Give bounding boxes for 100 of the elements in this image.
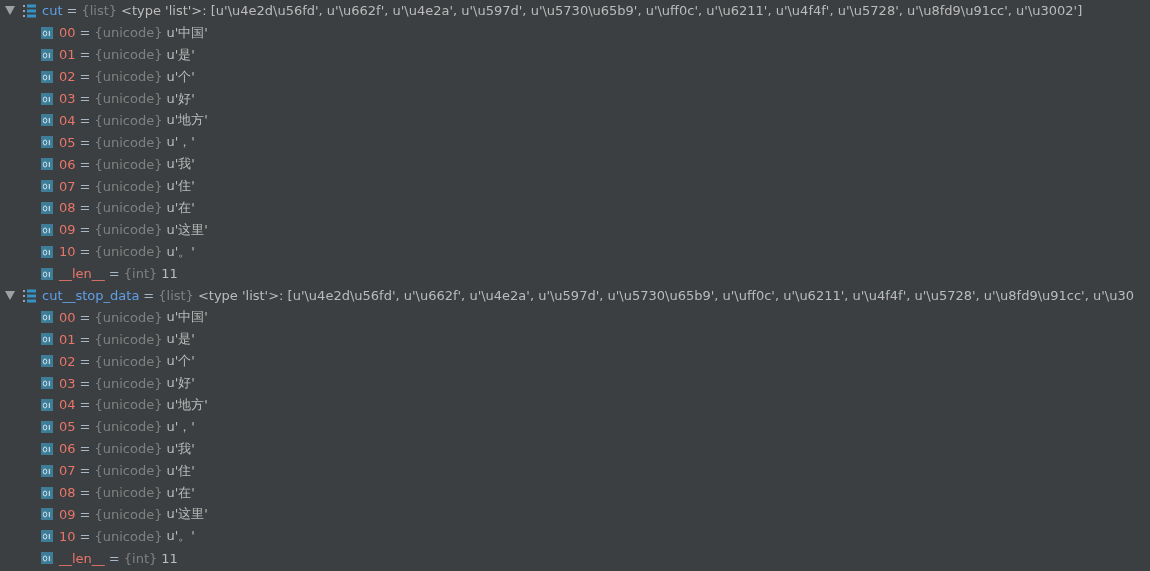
- variable-value: u'是': [166, 45, 195, 64]
- variable-name: 08: [59, 485, 76, 501]
- primitive-value-icon: [41, 355, 53, 368]
- equals-sign: =: [79, 309, 91, 325]
- variable-type: {unicode}: [94, 375, 163, 391]
- equals-sign: =: [79, 441, 91, 457]
- equals-sign: =: [79, 331, 91, 347]
- variable-type: {unicode}: [94, 463, 163, 479]
- equals-sign: =: [143, 288, 155, 303]
- equals-sign: =: [79, 25, 91, 41]
- primitive-value-icon: [41, 201, 53, 214]
- primitive-value-icon: [41, 552, 53, 565]
- variable-name: 07: [59, 463, 76, 479]
- variable-type: {unicode}: [94, 25, 163, 41]
- variable-name: cut__stop_data: [42, 288, 140, 303]
- primitive-value-icon: [41, 377, 53, 390]
- variable-value: u'在': [166, 198, 195, 217]
- list-icon: [23, 288, 36, 303]
- variable-value: u'住': [166, 461, 195, 480]
- equals-sign: =: [79, 134, 91, 150]
- equals-sign: =: [79, 419, 91, 435]
- variable-name: __len__: [59, 266, 105, 282]
- collapse-arrow-icon[interactable]: [5, 291, 15, 300]
- variable-value: u'中国': [166, 23, 208, 42]
- variable-value: u'好': [166, 374, 195, 393]
- variable-value: 11: [161, 550, 178, 566]
- primitive-value-icon: [41, 26, 53, 39]
- variable-value: u'地方': [166, 395, 208, 414]
- variable-name: 10: [59, 528, 76, 544]
- primitive-value-icon: [41, 442, 53, 455]
- variable-type: {unicode}: [94, 134, 163, 150]
- equals-sign: =: [79, 485, 91, 501]
- variable-value: u'地方': [166, 111, 208, 130]
- variable-value: u'，': [166, 133, 195, 152]
- equals-sign: =: [79, 69, 91, 85]
- primitive-value-icon: [41, 136, 53, 149]
- variable-type: {unicode}: [94, 485, 163, 501]
- primitive-value-icon: [41, 158, 53, 171]
- primitive-value-icon: [41, 267, 53, 280]
- variable-type: {unicode}: [94, 91, 163, 106]
- variable-name: 10: [59, 244, 76, 260]
- variable-type: {unicode}: [94, 222, 163, 238]
- variable-value: u'。': [166, 242, 195, 261]
- equals-sign: =: [79, 463, 91, 479]
- variable-name: 02: [59, 353, 76, 369]
- variable-value: <type 'list'>: [u'\u4e2d\u56fd', u'\u662f', u'\u4e2a', u'\u597d', u'\u5730\u65b9', u'\uff0c', u'\u6211', u'\u4f4f', u'\u5728', u'\u8fd9\u91cc', u'\u30: [197, 288, 1134, 303]
- variable-name: 05: [59, 134, 76, 150]
- variable-type: {unicode}: [94, 331, 163, 347]
- variable-value: u'我': [166, 155, 195, 174]
- variable-value: u'在': [166, 483, 195, 502]
- primitive-value-icon: [41, 180, 53, 193]
- variable-type: {unicode}: [94, 419, 163, 435]
- variable-type: {unicode}: [94, 244, 163, 260]
- variable-name: 03: [59, 375, 76, 391]
- equals-sign: =: [79, 47, 91, 63]
- collapse-arrow-icon[interactable]: [5, 6, 15, 16]
- primitive-value-icon: [41, 223, 53, 236]
- variable-name: 07: [59, 178, 76, 194]
- variable-type: {list}: [81, 3, 118, 19]
- primitive-value-icon: [41, 398, 53, 411]
- variable-name: 03: [59, 91, 76, 106]
- equals-sign: =: [108, 266, 120, 282]
- primitive-value-icon: [41, 311, 53, 324]
- variable-name: 00: [59, 309, 76, 325]
- variable-name: 05: [59, 419, 76, 435]
- variable-value: u'。': [166, 527, 195, 546]
- variable-name: 02: [59, 69, 76, 85]
- variable-name: 00: [59, 25, 76, 41]
- variable-name: 01: [59, 331, 76, 347]
- primitive-value-icon: [41, 464, 53, 477]
- variable-type: {unicode}: [94, 397, 163, 413]
- variable-name: 04: [59, 397, 76, 413]
- variable-name: 09: [59, 506, 76, 522]
- equals-sign: =: [108, 550, 120, 566]
- equals-sign: =: [79, 506, 91, 522]
- variable-name: cut: [42, 3, 63, 19]
- variable-type: {int}: [123, 266, 158, 282]
- variable-type: {unicode}: [94, 353, 163, 369]
- equals-sign: =: [79, 353, 91, 369]
- variable-type: {unicode}: [94, 441, 163, 457]
- variable-value: u'是': [166, 330, 195, 349]
- equals-sign: =: [79, 528, 91, 544]
- primitive-value-icon: [41, 486, 53, 499]
- primitive-value-icon: [41, 48, 53, 61]
- variable-value: u'个': [166, 352, 195, 371]
- equals-sign: =: [79, 222, 91, 238]
- equals-sign: =: [79, 178, 91, 194]
- variable-type: {unicode}: [94, 69, 163, 85]
- variable-type: {unicode}: [94, 178, 163, 194]
- variable-type: {unicode}: [94, 506, 163, 522]
- primitive-value-icon: [41, 420, 53, 433]
- equals-sign: =: [79, 91, 91, 106]
- variable-type: {unicode}: [94, 112, 163, 128]
- variable-type: {unicode}: [94, 528, 163, 544]
- variable-value: u'好': [166, 89, 195, 108]
- equals-sign: =: [79, 112, 91, 128]
- variable-name: 01: [59, 47, 76, 63]
- equals-sign: =: [79, 244, 91, 260]
- variable-value: u'这里': [166, 505, 208, 524]
- variable-name: 08: [59, 200, 76, 216]
